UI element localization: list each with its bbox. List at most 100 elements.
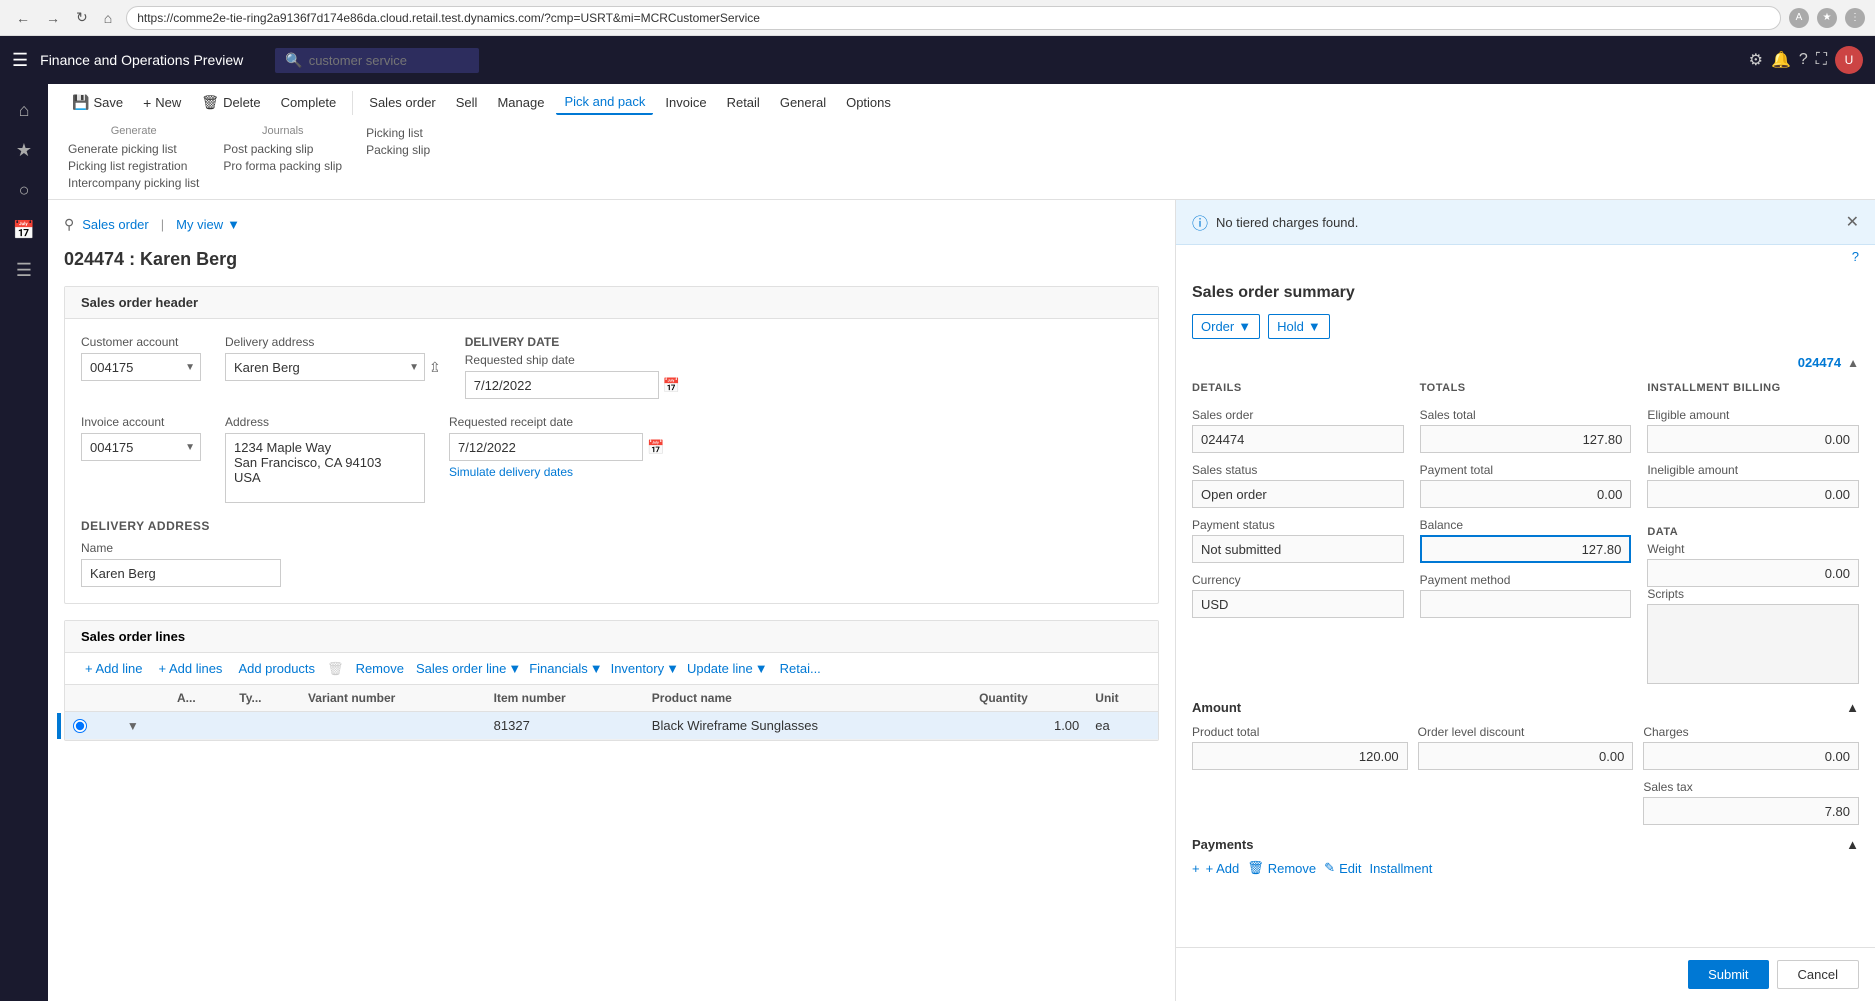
requested-receipt-date-wrapper[interactable]: 📅 bbox=[449, 433, 664, 461]
options-tab[interactable]: Options bbox=[838, 91, 899, 114]
row-radio[interactable] bbox=[73, 719, 87, 733]
address-group: Address 1234 Maple Way San Francisco, CA… bbox=[225, 415, 425, 503]
intercompany-picking-list[interactable]: Intercompany picking list bbox=[64, 175, 203, 191]
invoice-account-select[interactable]: 004175 bbox=[81, 433, 201, 461]
inventory-dropdown[interactable]: Inventory ▼ bbox=[611, 661, 679, 676]
left-content: ⚲ Sales order | My view ▼ 024474 : Karen… bbox=[48, 200, 1175, 1001]
extension-icon[interactable]: A bbox=[1789, 8, 1809, 28]
add-payment-button[interactable]: + + Add bbox=[1192, 861, 1239, 876]
new-button[interactable]: + New bbox=[135, 91, 189, 115]
customer-account-label: Customer account bbox=[81, 335, 201, 349]
browser-nav[interactable]: ← → ↻ ⌂ bbox=[10, 7, 118, 28]
sidebar-star-icon[interactable]: ★ bbox=[6, 132, 42, 168]
cancel-button[interactable]: Cancel bbox=[1777, 960, 1859, 989]
financials-dropdown[interactable]: Financials ▼ bbox=[529, 661, 602, 676]
generate-picking-list[interactable]: Generate picking list bbox=[64, 141, 203, 157]
help-icon[interactable]: ? bbox=[1799, 51, 1808, 69]
back-button[interactable]: ← bbox=[10, 7, 36, 28]
search-input[interactable] bbox=[309, 53, 469, 68]
info-icon: ⓘ bbox=[1192, 210, 1208, 234]
retail-button[interactable]: Retai... bbox=[776, 659, 825, 678]
delivery-date-label: DELIVERY DATE bbox=[465, 335, 680, 349]
post-packing-slip[interactable]: Post packing slip bbox=[219, 141, 346, 157]
remove-payment-button[interactable]: 🗑 Remove bbox=[1247, 860, 1316, 876]
search-box[interactable]: 🔍 bbox=[275, 48, 478, 73]
address-bar[interactable] bbox=[126, 6, 1781, 30]
customer-account-select[interactable]: 004175 bbox=[81, 353, 201, 381]
sales-order-tab[interactable]: Sales order bbox=[361, 91, 443, 114]
manage-tab[interactable]: Manage bbox=[489, 91, 552, 114]
submit-button[interactable]: Submit bbox=[1688, 960, 1768, 989]
delivery-address-label: Delivery address bbox=[225, 335, 441, 349]
row-expand-cell[interactable]: ▼ bbox=[119, 712, 169, 740]
ribbon-group-pick: Picking list Packing slip bbox=[362, 125, 434, 191]
remove-button[interactable]: Remove bbox=[352, 659, 408, 678]
panel-close-button[interactable]: ✕ bbox=[1846, 212, 1859, 232]
journals-items: Post packing slip Pro forma packing slip bbox=[219, 141, 346, 174]
notification-icon[interactable]: 🔔 bbox=[1771, 50, 1791, 70]
installment-payment-button[interactable]: Installment bbox=[1369, 861, 1432, 876]
expand-icon[interactable]: ▼ bbox=[127, 719, 139, 733]
complete-button[interactable]: Complete bbox=[273, 91, 345, 114]
amount-header[interactable]: Amount ▲ bbox=[1192, 700, 1859, 715]
simulate-link[interactable]: Simulate delivery dates bbox=[449, 465, 664, 479]
upload-icon[interactable]: ⇫ bbox=[429, 359, 441, 376]
retail-tab[interactable]: Retail bbox=[719, 91, 768, 114]
pick-and-pack-tab[interactable]: Pick and pack bbox=[556, 90, 653, 115]
sidebar-calendar-icon[interactable]: 📅 bbox=[6, 212, 42, 248]
sales-order-line-dropdown[interactable]: Sales order line ▼ bbox=[416, 661, 521, 676]
order-button[interactable]: Order ▼ bbox=[1192, 314, 1260, 339]
invoice-account-select-wrapper[interactable]: 004175 ▼ bbox=[81, 433, 201, 461]
panel-help[interactable]: ? bbox=[1176, 245, 1875, 268]
view-selector[interactable]: My view ▼ bbox=[176, 217, 240, 232]
general-tab[interactable]: General bbox=[772, 91, 834, 114]
packing-slip-item[interactable]: Packing slip bbox=[362, 142, 434, 158]
address-textarea[interactable]: 1234 Maple Way San Francisco, CA 94103 U… bbox=[225, 433, 425, 503]
bookmark-icon[interactable]: ★ bbox=[1817, 8, 1837, 28]
delivery-address-select-wrapper[interactable]: Karen Berg ▼ bbox=[225, 353, 425, 381]
table-row[interactable]: ▼ 81327 Black Wireframe Sunglasses 1.00 … bbox=[65, 712, 1158, 740]
update-line-dropdown[interactable]: Update line ▼ bbox=[687, 661, 768, 676]
collapse-icon[interactable]: ▲ bbox=[1847, 356, 1859, 370]
order-number[interactable]: 024474 bbox=[1798, 355, 1841, 370]
breadcrumb[interactable]: Sales order bbox=[82, 217, 148, 232]
filter-icon[interactable]: ⚲ bbox=[64, 216, 74, 233]
chevron-down-icon-4: ▼ bbox=[508, 661, 521, 676]
lines-table-body: ▼ 81327 Black Wireframe Sunglasses 1.00 … bbox=[65, 712, 1158, 740]
payments-header[interactable]: Payments ▲ bbox=[1192, 837, 1859, 852]
invoice-tab[interactable]: Invoice bbox=[657, 91, 714, 114]
sidebar-recent-icon[interactable]: ○ bbox=[6, 172, 42, 208]
add-line-button[interactable]: + Add line bbox=[81, 659, 146, 678]
requested-ship-date-input[interactable] bbox=[465, 371, 659, 399]
settings-icon[interactable]: ⚙ bbox=[1749, 50, 1763, 70]
customer-account-select-wrapper[interactable]: 004175 ▼ bbox=[81, 353, 201, 381]
user-avatar[interactable]: U bbox=[1835, 46, 1863, 74]
sidebar-list-icon[interactable]: ☰ bbox=[6, 252, 42, 288]
save-button[interactable]: 💾 Save bbox=[64, 90, 131, 115]
refresh-button[interactable]: ↻ bbox=[70, 7, 94, 28]
sell-tab[interactable]: Sell bbox=[448, 91, 486, 114]
fullscreen-icon[interactable]: ⛶ bbox=[1816, 51, 1827, 69]
home-button[interactable]: ⌂ bbox=[98, 7, 118, 28]
delivery-name-input[interactable] bbox=[81, 559, 281, 587]
add-lines-button[interactable]: + Add lines bbox=[154, 659, 226, 678]
calendar-icon-2[interactable]: 📅 bbox=[647, 439, 664, 456]
top-nav-right: ⚙ 🔔 ? ⛶ U bbox=[1749, 46, 1863, 74]
row-radio-cell[interactable] bbox=[65, 712, 119, 740]
calendar-icon[interactable]: 📅 bbox=[663, 377, 680, 394]
requested-receipt-date-input[interactable] bbox=[449, 433, 643, 461]
add-products-button[interactable]: Add products bbox=[234, 659, 319, 678]
delete-button[interactable]: 🗑 Delete bbox=[193, 90, 268, 115]
picking-list-item[interactable]: Picking list bbox=[362, 125, 434, 141]
edit-payment-button[interactable]: ✎ Edit bbox=[1324, 860, 1361, 876]
requested-ship-date-wrapper[interactable]: 📅 bbox=[465, 371, 680, 399]
pro-forma-packing-slip[interactable]: Pro forma packing slip bbox=[219, 158, 346, 174]
delivery-address-select[interactable]: Karen Berg bbox=[225, 353, 425, 381]
menu-icon[interactable]: ⋮ bbox=[1845, 8, 1865, 28]
payments-section: Payments ▲ + + Add 🗑 Remove bbox=[1192, 837, 1859, 876]
sidebar-home-icon[interactable]: ⌂ bbox=[6, 92, 42, 128]
hold-button[interactable]: Hold ▼ bbox=[1268, 314, 1330, 339]
forward-button[interactable]: → bbox=[40, 7, 66, 28]
picking-list-registration[interactable]: Picking list registration bbox=[64, 158, 203, 174]
hamburger-menu[interactable]: ☰ bbox=[12, 50, 28, 71]
